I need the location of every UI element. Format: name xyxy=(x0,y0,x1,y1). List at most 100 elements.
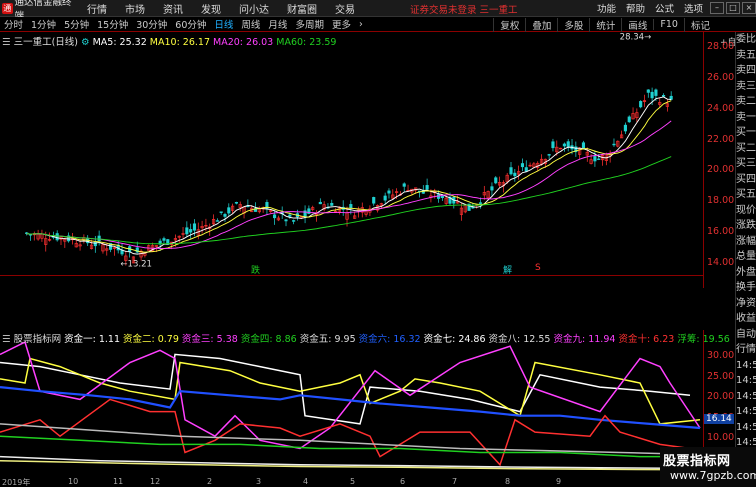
indicator-chart[interactable] xyxy=(0,330,703,480)
order-book-label: 卖三 xyxy=(736,80,756,92)
watermark-url: www.7gpzb.com xyxy=(670,469,756,482)
candle-body xyxy=(192,223,197,231)
login-notice[interactable]: 证券交易未登录 三一重工 xyxy=(410,2,518,16)
btn-draw[interactable]: 画线 xyxy=(621,17,653,32)
candle-body xyxy=(562,143,566,147)
btn-mark[interactable]: 标记 xyxy=(683,17,716,32)
price-tick: 24.00 xyxy=(707,102,735,114)
price-tick: 26.00 xyxy=(707,72,735,84)
period-tick[interactable]: 分时 xyxy=(0,17,27,31)
signal-strip: 跌 解 S xyxy=(0,263,703,329)
candle-body xyxy=(284,219,288,222)
candle-body xyxy=(292,220,296,222)
period-monthly[interactable]: 月线 xyxy=(264,17,291,31)
candle-body xyxy=(440,195,444,199)
menu-options[interactable]: 选项 xyxy=(679,1,708,15)
candle-body xyxy=(669,95,673,100)
order-book-label: 总量 xyxy=(736,251,756,262)
ma10-line xyxy=(26,100,672,253)
date-tick: 3 xyxy=(256,477,262,486)
candle-body xyxy=(551,141,555,149)
indicator-icon: ☰ xyxy=(2,334,11,345)
order-book-label: 14:50 xyxy=(736,421,756,433)
high-price-label: 28.34→ xyxy=(620,32,652,42)
price-tick: 20.00 xyxy=(707,164,735,176)
terminal-window: 通 通达信金融终端 行情 市场 资讯 发现 问小达 财富圈 交易 证券交易未登录… xyxy=(0,0,756,487)
menu-market[interactable]: 市场 xyxy=(116,1,154,16)
period-1m[interactable]: 1分钟 xyxy=(27,17,60,31)
period-60m[interactable]: 60分钟 xyxy=(171,17,210,31)
main-menu: 行情 市场 资讯 发现 问小达 财富圈 交易 xyxy=(78,1,364,16)
candle-body xyxy=(654,89,658,96)
ma5-line xyxy=(26,96,672,255)
candle-body xyxy=(372,197,376,204)
order-book-label: 涨跌 xyxy=(736,220,756,231)
signal-release: 解 xyxy=(503,266,513,276)
fund-2: 资金二: 0.79 xyxy=(123,334,179,345)
maximize-icon[interactable]: □ xyxy=(726,2,740,14)
btn-f10[interactable]: F10 xyxy=(653,19,684,30)
price-tick: 22.00 xyxy=(707,133,735,145)
date-tick: 2 xyxy=(207,477,213,486)
candle-body xyxy=(272,214,277,219)
candle-body xyxy=(97,235,101,242)
fund-8: 资金八: 12.55 xyxy=(488,334,551,345)
candle-body xyxy=(234,202,238,204)
date-tick: 2019年 xyxy=(2,478,31,487)
btn-adjust[interactable]: 复权 xyxy=(493,17,525,32)
order-book-label: 卖一 xyxy=(736,111,756,123)
price-tick: 16.00 xyxy=(707,225,735,237)
period-15m[interactable]: 15分钟 xyxy=(93,17,132,31)
close-icon[interactable]: × xyxy=(742,2,756,14)
ma20-line xyxy=(26,120,672,249)
fund-4: 资金四: 8.86 xyxy=(240,334,297,345)
period-toolbar: 分时 1分钟 5分钟 15分钟 30分钟 60分钟 日线 周线 月线 多周期 更… xyxy=(0,17,756,48)
candle-body xyxy=(593,156,597,162)
indicator-tick: 10.00 xyxy=(707,432,735,444)
candle-body xyxy=(509,167,513,175)
candle-body xyxy=(627,116,631,123)
period-30m[interactable]: 30分钟 xyxy=(132,17,171,31)
stock-name: 三一重工(日线) xyxy=(13,37,78,48)
kline-chart[interactable]: ←13.21 28.34→ xyxy=(0,32,703,276)
menu-help[interactable]: 帮助 xyxy=(621,1,650,15)
fund-2-line xyxy=(0,357,701,425)
date-tick: 4 xyxy=(303,477,309,486)
period-daily[interactable]: 日线 xyxy=(210,17,237,31)
candle-body xyxy=(189,229,193,233)
btn-overlay[interactable]: 叠加 xyxy=(525,17,557,32)
period-5m[interactable]: 5分钟 xyxy=(60,17,93,31)
settings-icon[interactable]: ⚙ xyxy=(81,37,90,48)
menu-news[interactable]: 资讯 xyxy=(154,1,192,16)
indicator-name[interactable]: 股票指标网 xyxy=(14,334,62,345)
chevron-right-icon[interactable]: › xyxy=(355,19,367,30)
menu-quotes[interactable]: 行情 xyxy=(78,1,116,16)
indicator-tick: 25.00 xyxy=(707,370,735,382)
order-book-label: 14:50 xyxy=(736,390,756,402)
price-tick: 14.00 xyxy=(707,256,735,268)
date-tick: 12 xyxy=(150,477,161,486)
order-book-label: 14:50 xyxy=(736,406,756,417)
menu-discover[interactable]: 发现 xyxy=(192,1,230,16)
date-tick: 11 xyxy=(113,477,124,486)
candle-body xyxy=(288,214,292,217)
menu-formula[interactable]: 公式 xyxy=(650,1,679,15)
order-book-label: 自动 xyxy=(736,328,756,340)
btn-stats[interactable]: 统计 xyxy=(589,17,621,32)
candle-body xyxy=(639,101,643,108)
period-more[interactable]: 更多 xyxy=(328,17,355,31)
ma60-value: MA60: 23.59 xyxy=(276,37,337,48)
period-multi[interactable]: 多周期 xyxy=(291,17,328,31)
menu-trade[interactable]: 交易 xyxy=(326,1,364,16)
candle-body xyxy=(661,95,666,97)
menu-ask[interactable]: 问小达 xyxy=(230,1,278,16)
ma60-line xyxy=(26,156,672,245)
minimize-icon[interactable]: – xyxy=(710,2,724,14)
candle-body xyxy=(650,91,654,99)
period-weekly[interactable]: 周线 xyxy=(237,17,264,31)
indicator-info-line: ☰ 股票指标网 资金一: 1.11 资金二: 0.79 资金三: 5.38 资金… xyxy=(2,331,730,345)
menu-wealth[interactable]: 财富圈 xyxy=(278,1,326,16)
btn-multi-stock[interactable]: 多股 xyxy=(557,17,589,32)
menu-function[interactable]: 功能 xyxy=(592,1,621,15)
candle-body xyxy=(623,124,627,132)
